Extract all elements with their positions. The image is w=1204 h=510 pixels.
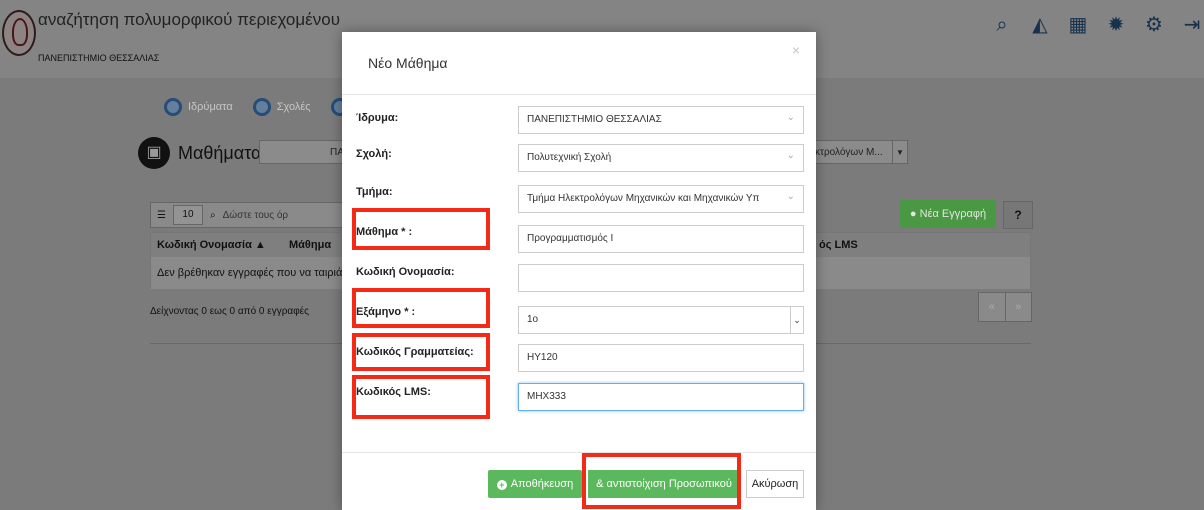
table-info: Δείχνοντας 0 εως 0 από 0 εγγραφές [150, 306, 309, 317]
modal-title: Νέο Μάθημα [368, 55, 448, 71]
bug-icon[interactable]: ✹ [1104, 13, 1128, 37]
table-search-input[interactable]: Δώστε τους όρ [223, 210, 289, 221]
highlight-semester-label [352, 288, 490, 328]
university-logo-icon [2, 10, 36, 56]
institution-select[interactable]: ΠΑΝΕΠΙΣΤΗΜΙΟ ΘΕΣΣΑΛΙΑΣ [518, 105, 804, 134]
gear-icon[interactable]: ⚙ [1142, 13, 1166, 37]
top-icons: ⌕ ◭ ▦ ✹ ⚙ ⇥ [990, 10, 1204, 40]
search-icon: ⌕ [209, 209, 216, 221]
institution-filter-select[interactable]: ΠΑΝΕ [259, 140, 358, 164]
institution-label: Ίδρυμα: [356, 112, 399, 124]
sort-up-icon: ▲ [254, 239, 266, 251]
plus-icon: + [496, 480, 507, 490]
book-icon: ▣ [138, 137, 170, 169]
modal-header: Νέο Μάθημα × [342, 32, 816, 95]
highlight-map-staff-button [582, 453, 741, 509]
highlight-secretariat-label [352, 333, 490, 371]
pagination: « » [978, 292, 1032, 322]
help-button[interactable]: ? [1003, 201, 1033, 229]
department-filter-select[interactable]: κτρολόγων Μ... ▼ [808, 140, 908, 164]
secretariat-code-input[interactable]: HY120 [518, 344, 804, 372]
previous-page-button[interactable]: « [979, 293, 1006, 321]
semester-select[interactable]: 1ο ⌄ [518, 306, 804, 334]
table-toolbar: ☰ 10 ⌕ Δώστε τους όρ [150, 202, 355, 228]
school-select[interactable]: Πολυτεχνική Σχολή [518, 143, 804, 172]
new-course-modal: Νέο Μάθημα × Ίδρυμα: ΠΑΝΕΠΙΣΤΗΜΙΟ ΘΕΣΣΑΛ… [342, 32, 816, 510]
column-header-course[interactable]: Μάθημα [289, 233, 349, 258]
save-button[interactable]: + Αποθήκευση [488, 470, 582, 498]
cancel-button[interactable]: Ακύρωση [746, 470, 804, 498]
lms-code-input[interactable]: MHX333 [518, 383, 804, 411]
column-header-lms[interactable]: ός LMS [819, 233, 899, 258]
list-icon: ☰ [157, 209, 166, 221]
page-title: ▣ Μαθήματα [138, 137, 261, 169]
new-record-button[interactable]: ● Νέα Εγγραφή [900, 200, 996, 228]
breadcrumb: Ιδρύματα Σχολές [164, 98, 349, 116]
page-size-select[interactable]: 10 [172, 205, 203, 225]
crumb-circle-icon [252, 98, 271, 116]
close-icon[interactable]: × [792, 42, 800, 58]
modal-footer-divider [342, 452, 816, 453]
calendar-icon[interactable]: ▦ [1066, 13, 1090, 37]
chevron-down-icon: ▼ [892, 141, 907, 163]
crumb-circle-icon [164, 98, 182, 116]
logout-icon[interactable]: ⇥ [1180, 13, 1204, 37]
code-name-label: Κωδική Ονομασία: [356, 266, 455, 278]
next-page-button[interactable]: » [1006, 293, 1032, 321]
chart-icon[interactable]: ◭ [1028, 13, 1052, 37]
app-title: αναζήτηση πολυμορφικού περιεχομένου [38, 10, 341, 29]
search-icon[interactable]: ⌕ [990, 13, 1014, 37]
column-header-code[interactable]: Κωδική Ονομασία ▲ [157, 233, 281, 258]
course-input[interactable]: Προγραμματισμός Ι [518, 225, 804, 253]
school-label: Σχολή: [356, 148, 392, 160]
chevron-down-icon: ⌄ [790, 307, 803, 333]
code-name-input[interactable] [518, 264, 804, 292]
crumb-schools[interactable]: Σχολές [252, 98, 311, 116]
highlight-lms-label [352, 375, 490, 419]
department-select[interactable]: Τμήμα Ηλεκτρολόγων Μηχανικών και Μηχανικ… [518, 184, 804, 213]
plus-icon: ● [909, 208, 917, 220]
institution-name: ΠΑΝΕΠΙΣΤΗΜΙΟ ΘΕΣΣΑΛΙΑΣ [38, 53, 160, 63]
crumb-institutions[interactable]: Ιδρύματα [164, 98, 233, 116]
highlight-course-label [352, 208, 490, 250]
department-label: Τμήμα: [356, 186, 393, 198]
